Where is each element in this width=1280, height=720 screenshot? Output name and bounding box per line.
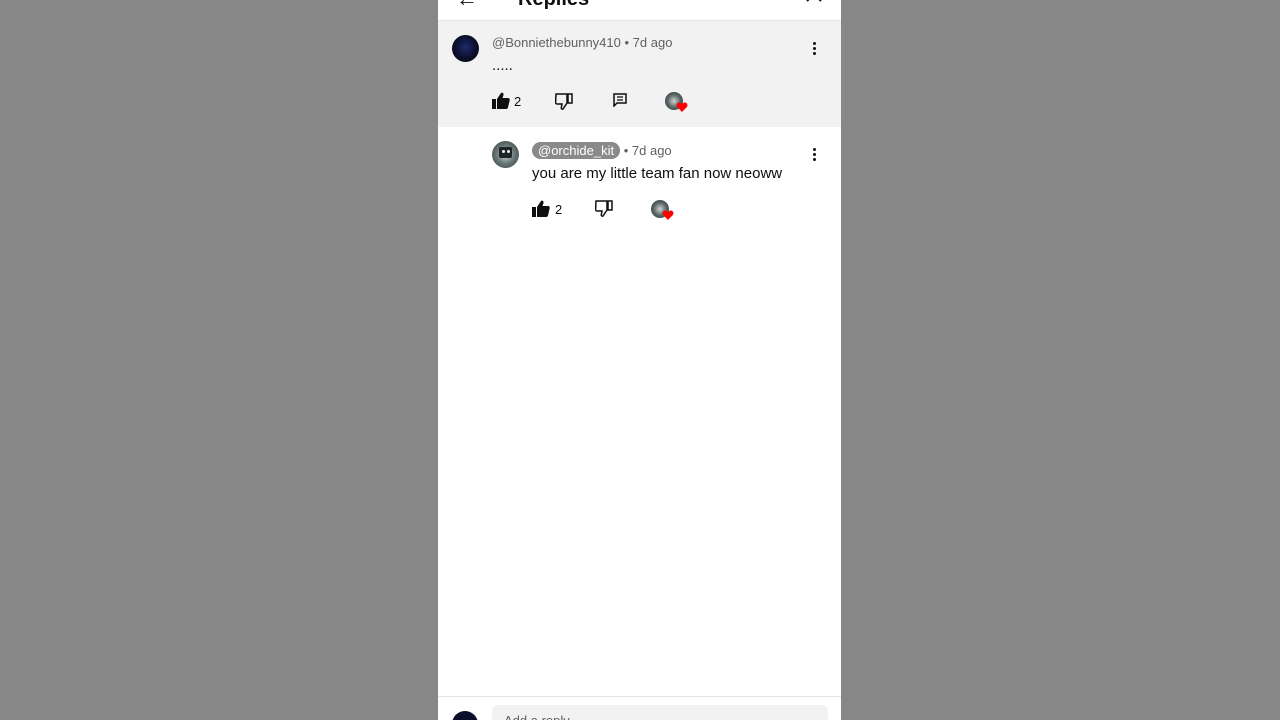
like-count: 2 <box>514 94 522 109</box>
meta-separator: • <box>623 143 629 158</box>
avatar <box>452 711 478 720</box>
comment-age: 7d ago <box>632 35 673 50</box>
close-icon[interactable] <box>804 0 824 4</box>
parent-comment: @Bonniethebunny410 • 7d ago ..... 2 <box>438 21 841 127</box>
replies-header: ← Replies <box>438 0 841 21</box>
replies-panel: ← Replies @Bonniethebunny410 • 7d ago ..… <box>438 0 841 720</box>
reply-icon[interactable] <box>613 93 627 107</box>
meta-separator: • <box>624 35 630 50</box>
comment-meta: @Bonniethebunny410 • 7d ago <box>492 35 672 50</box>
heart-icon <box>662 210 674 220</box>
reply-input[interactable]: Add a reply... <box>492 705 828 720</box>
reply-composer: Add a reply... <box>438 696 841 720</box>
header-title: Replies <box>518 0 589 11</box>
more-vert-icon[interactable] <box>805 38 825 58</box>
more-vert-icon[interactable] <box>805 144 825 164</box>
thumb-up-icon[interactable] <box>532 200 550 217</box>
comment-text: you are my little team fan now neoww <box>532 165 783 182</box>
author-handle[interactable]: @orchide_kit <box>532 142 621 159</box>
comment-text: ..... <box>492 57 513 74</box>
thumb-down-icon[interactable] <box>595 200 613 217</box>
like-count: 2 <box>555 202 563 217</box>
thumb-up-icon[interactable] <box>492 92 510 109</box>
author-handle[interactable]: @Bonniethebunny410 <box>492 35 621 50</box>
back-icon[interactable]: ← <box>456 0 478 12</box>
thumb-down-icon[interactable] <box>555 93 573 110</box>
avatar[interactable] <box>452 35 479 62</box>
comment-meta: @orchide_kit • 7d ago <box>532 142 672 159</box>
heart-icon <box>676 102 688 112</box>
comment-age: 7d ago <box>631 143 672 158</box>
avatar[interactable] <box>492 141 519 168</box>
